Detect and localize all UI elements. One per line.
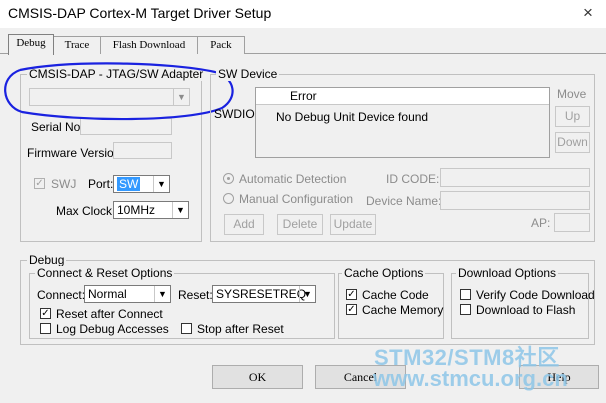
chevron-down-icon: ▼ <box>172 202 188 218</box>
reset-after-connect-checkbox[interactable]: ✓ <box>40 308 51 319</box>
manual-config-label: Manual Configuration <box>239 192 354 206</box>
reset-value: SYSRESETREQ <box>216 287 307 301</box>
log-debug-checkbox[interactable] <box>40 323 51 334</box>
download-options-label: Download Options <box>456 266 559 280</box>
sw-device-group-label: SW Device <box>216 67 280 81</box>
delete-button[interactable]: Delete <box>277 214 323 235</box>
error-column-header[interactable]: Error <box>256 88 427 105</box>
port-select[interactable]: SW ▼ <box>113 175 170 193</box>
chevron-down-icon: ▼ <box>153 176 169 192</box>
chevron-down-icon: ▼ <box>299 286 315 302</box>
swdio-label: SWDIO <box>214 107 255 121</box>
column-header-blank <box>426 88 549 105</box>
reset-label: Reset: <box>178 288 213 302</box>
download-flash-label: Download to Flash <box>476 303 576 317</box>
annotation-ellipse <box>4 62 234 121</box>
maxclock-label: Max Clock: <box>56 204 116 218</box>
move-label: Move <box>557 87 587 101</box>
download-flash-checkbox[interactable] <box>460 304 471 315</box>
reset-after-connect-label: Reset after Connect <box>56 307 163 321</box>
ap-field <box>554 213 590 232</box>
verify-download-checkbox[interactable] <box>460 289 471 300</box>
device-name-field <box>440 191 590 210</box>
maxclock-value: 10MHz <box>117 203 156 217</box>
id-code-field <box>440 168 590 187</box>
maxclock-select[interactable]: 10MHz ▼ <box>113 201 189 219</box>
ok-button[interactable]: OK <box>212 365 303 389</box>
connect-label: Connect: <box>37 288 86 302</box>
connect-reset-label: Connect & Reset Options <box>35 266 175 280</box>
log-debug-label: Log Debug Accesses <box>56 322 169 336</box>
ap-label: AP: <box>531 216 551 230</box>
port-label: Port: <box>88 177 114 191</box>
move-up-button[interactable]: Up <box>555 106 590 127</box>
move-down-button[interactable]: Down <box>555 132 590 153</box>
stop-after-reset-label: Stop after Reset <box>197 322 284 336</box>
connect-select[interactable]: Normal ▼ <box>84 285 171 303</box>
device-row: No Debug Unit Device found <box>276 110 429 124</box>
device-list[interactable]: Error No Debug Unit Device found <box>255 87 550 158</box>
chevron-down-icon: ▼ <box>154 286 170 302</box>
connect-value: Normal <box>88 287 127 301</box>
tab-pack[interactable]: Pack <box>197 36 245 54</box>
cache-memory-checkbox[interactable]: ✓ <box>346 304 357 315</box>
cache-code-checkbox[interactable]: ✓ <box>346 289 357 300</box>
manual-config-radio[interactable] <box>223 193 234 204</box>
tab-flash-download[interactable]: Flash Download <box>100 36 198 54</box>
swj-label: SWJ <box>51 177 77 191</box>
swj-checkbox[interactable]: ✓ <box>34 178 45 189</box>
verify-download-label: Verify Code Download <box>476 288 595 302</box>
auto-detect-label: Automatic Detection <box>239 172 347 186</box>
auto-detect-radio[interactable] <box>223 173 234 184</box>
firmware-field <box>113 142 172 159</box>
id-code-label: ID CODE: <box>386 172 440 186</box>
port-value: SW <box>117 177 141 191</box>
window-title: CMSIS-DAP Cortex-M Target Driver Setup <box>8 5 272 21</box>
reset-select[interactable]: SYSRESETREQ ▼ <box>212 285 316 303</box>
update-button[interactable]: Update <box>330 214 376 235</box>
close-icon[interactable]: × <box>583 3 593 23</box>
cache-code-label: Cache Code <box>362 288 429 302</box>
stop-after-reset-checkbox[interactable] <box>181 323 192 334</box>
device-name-label: Device Name: <box>366 194 442 208</box>
add-button[interactable]: Add <box>224 214 264 235</box>
firmware-label: Firmware Version: <box>27 146 124 160</box>
debug-group-label: Debug <box>27 253 67 267</box>
cache-options-label: Cache Options <box>342 266 426 280</box>
serial-label: Serial No: <box>31 120 84 134</box>
watermark-line2: www.stmcu.org.cn <box>373 366 568 391</box>
tab-debug[interactable]: Debug <box>8 34 54 55</box>
error-column-label: Error <box>290 89 317 103</box>
tab-trace[interactable]: Trace <box>53 36 101 54</box>
cache-memory-label: Cache Memory <box>362 303 444 317</box>
